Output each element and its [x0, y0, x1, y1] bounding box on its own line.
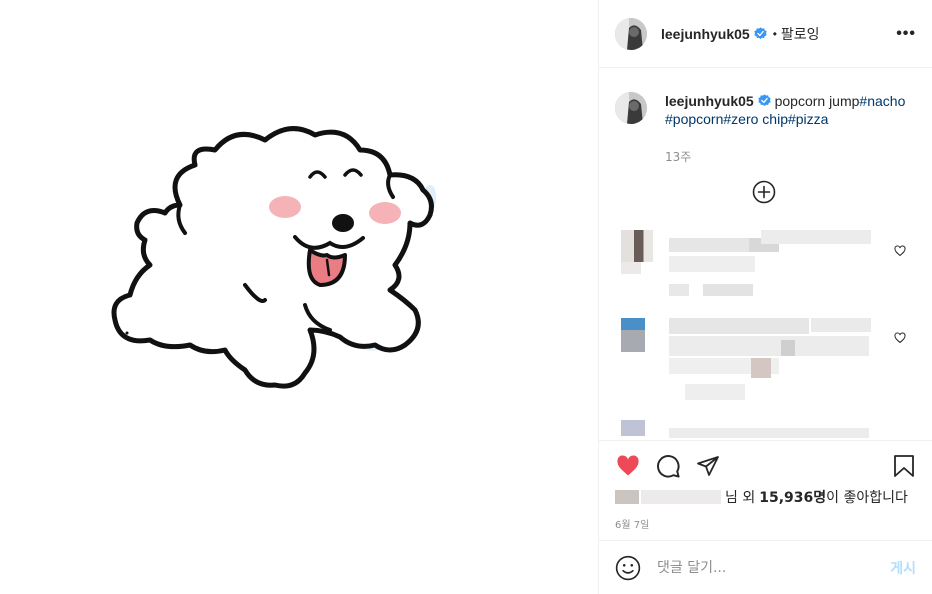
comment-like-icon[interactable] — [894, 332, 906, 344]
hashtag[interactable]: #popcorn — [665, 111, 723, 127]
blurred-comment — [621, 318, 921, 413]
post-view: leejunhyuk05 • 팔로잉 ••• leejunhyuk05 popc… — [0, 0, 932, 594]
caption-time: 13주 — [665, 150, 692, 164]
post-actions: 님 외 15,936명 이 좋아합니다 6월 7일 — [599, 440, 932, 540]
caption-body: popcorn jump — [774, 93, 860, 109]
verified-badge-icon — [758, 94, 771, 107]
verified-badge-icon — [754, 27, 767, 40]
action-icons — [615, 441, 916, 491]
header-username[interactable]: leejunhyuk05 — [661, 26, 750, 42]
liker-name-blurred[interactable] — [641, 490, 721, 504]
post-comment-button[interactable]: 게시 — [890, 558, 916, 578]
header-separator: • — [772, 26, 777, 41]
emoji-icon[interactable] — [615, 555, 641, 581]
load-more-plus-icon[interactable] — [752, 180, 776, 204]
avatar-photo — [615, 17, 647, 50]
post-side-panel: leejunhyuk05 • 팔로잉 ••• leejunhyuk05 popc… — [599, 0, 932, 594]
likes-count[interactable]: 15,936명 — [759, 487, 826, 507]
add-comment-bar: 게시 — [599, 540, 932, 594]
likes-line: 님 외 15,936명 이 좋아합니다 — [615, 487, 908, 507]
share-icon[interactable] — [695, 454, 721, 478]
comment-input[interactable] — [657, 559, 891, 576]
caption: leejunhyuk05 popcorn jump#nacho #popcorn… — [615, 92, 916, 128]
hashtag[interactable]: #zero chip — [723, 111, 788, 127]
caption-avatar[interactable] — [615, 92, 647, 124]
post-media — [0, 0, 599, 594]
avatar[interactable] — [615, 17, 647, 50]
following-button[interactable]: 팔로잉 — [781, 24, 820, 44]
blurred-comment — [621, 418, 921, 438]
avatar-photo — [615, 92, 647, 124]
hashtag[interactable]: #nacho — [859, 93, 905, 109]
puppy-illustration — [111, 126, 437, 389]
comments-list[interactable]: leejunhyuk05 popcorn jump#nacho #popcorn… — [599, 68, 932, 440]
heart-icon[interactable] — [615, 454, 641, 478]
caption-username[interactable]: leejunhyuk05 — [665, 93, 754, 109]
likes-suffix: 이 좋아합니다 — [826, 490, 908, 506]
caption-text: leejunhyuk05 popcorn jump#nacho #popcorn… — [665, 92, 915, 128]
comment-icon[interactable] — [655, 453, 681, 479]
liker-avatar-blurred — [615, 490, 639, 504]
comment-like-icon[interactable] — [894, 245, 906, 257]
post-date[interactable]: 6월 7일 — [615, 516, 649, 531]
more-icon[interactable]: ••• — [896, 25, 916, 43]
bookmark-icon[interactable] — [892, 453, 916, 479]
post-header: leejunhyuk05 • 팔로잉 ••• — [599, 0, 932, 68]
hashtag[interactable]: #pizza — [788, 111, 828, 127]
blurred-comment — [621, 230, 921, 310]
likes-name-suffix: 님 외 — [725, 490, 756, 506]
